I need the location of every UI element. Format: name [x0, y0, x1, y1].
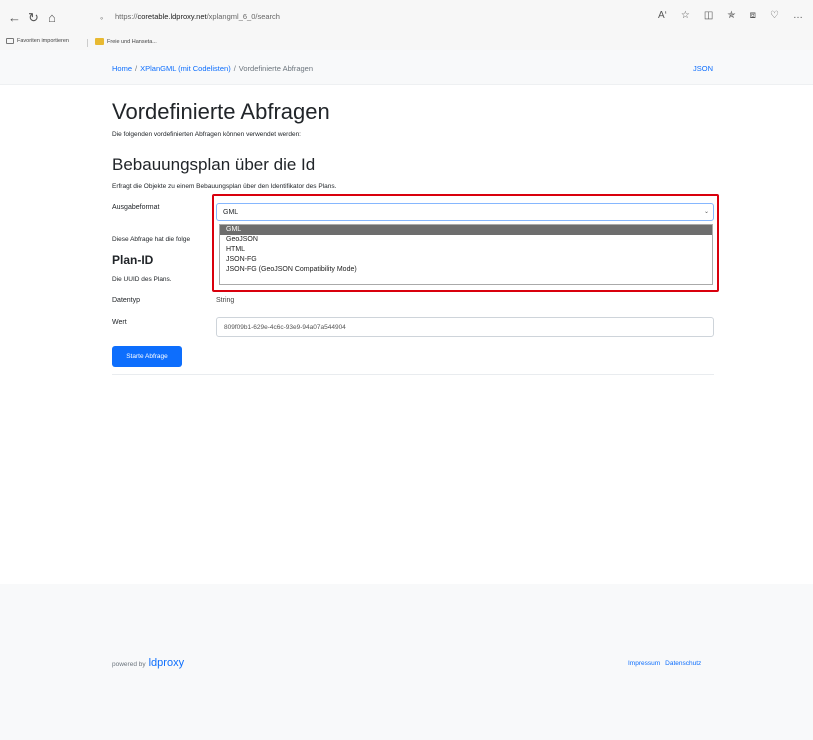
breadcrumb-collection[interactable]: XPlanGML (mit Codelisten) [140, 64, 231, 73]
format-option[interactable]: HTML [220, 245, 712, 255]
read-aloud-icon[interactable]: A‘ [658, 10, 667, 21]
more-icon[interactable]: … [793, 10, 803, 21]
datatype-value: String [216, 297, 235, 304]
lock-icon: ◦ [100, 13, 104, 23]
favorites-icon[interactable]: ✯ [727, 10, 735, 21]
page-lead: Die folgenden vordefinierten Abfragen kö… [112, 131, 301, 138]
import-icon [6, 38, 14, 44]
fav-separator [87, 39, 88, 47]
query-title: Bebauungsplan über die Id [112, 155, 316, 174]
datatype-label: Datentyp [112, 297, 141, 304]
query-description: Erfragt die Objekte zu einem Bebauungspl… [112, 183, 337, 190]
favorites-bar: Favoriten importieren Freie und Hanseta.… [0, 36, 813, 50]
format-option[interactable]: GML [220, 225, 712, 235]
format-label: Ausgabeformat [112, 204, 160, 211]
divider [112, 374, 714, 375]
back-icon[interactable]: ← [8, 11, 21, 25]
value-label: Wert [112, 319, 127, 326]
browser-toolbar: ← ↻ ⌂ ◦ https://coretable.ldproxy.net/xp… [0, 0, 813, 36]
format-select[interactable]: GML ⌄ [216, 203, 714, 221]
param-description: Die UUID des Plans. [112, 276, 172, 283]
collections-icon[interactable]: ⧈ [750, 10, 756, 21]
breadcrumb: Home / XPlanGML (mit Codelisten) / Vordefini… [112, 64, 314, 73]
datenschutz-link[interactable]: Datenschutz [665, 660, 701, 667]
param-title: Plan-ID [112, 253, 154, 267]
url-text[interactable]: https://coretable.ldproxy.net/xplangml_6… [115, 12, 280, 21]
plan-id-input[interactable]: 809f09b1-629e-4c6c-93e9-94a07a544904 [216, 317, 714, 337]
footer-links: Impressum Datenschutz [628, 660, 701, 667]
folder-icon [95, 38, 104, 45]
favorite-star-icon[interactable]: ☆ [681, 10, 690, 21]
fav-folder-item[interactable]: Freie und Hanseta... [95, 38, 157, 45]
powered-by: powered by ldproxy [112, 657, 185, 669]
reload-icon[interactable]: ↻ [28, 11, 39, 25]
page-title: Vordefinierte Abfragen [112, 99, 330, 124]
chevron-down-icon: ⌄ [703, 209, 709, 215]
home-icon[interactable]: ⌂ [48, 11, 56, 25]
start-query-button[interactable]: Starte Abfrage [112, 346, 182, 367]
breadcrumb-current: Vordefinierte Abfragen [238, 64, 314, 73]
extensions-icon[interactable]: ♡ [770, 10, 779, 21]
format-dropdown-list: GML GeoJSON HTML JSON-FG JSON-FG (GeoJSO… [219, 224, 713, 285]
brand-logo[interactable]: ldproxy [149, 657, 184, 669]
impressum-link[interactable]: Impressum [628, 660, 660, 667]
breadcrumb-home[interactable]: Home [112, 64, 132, 73]
fav-import[interactable]: Favoriten importieren [6, 38, 69, 44]
format-option[interactable]: JSON-FG [220, 255, 712, 265]
param-info: Diese Abfrage hat die folge [112, 236, 191, 243]
format-option[interactable]: GeoJSON [220, 235, 712, 245]
format-option[interactable]: JSON-FG (GeoJSON Compatibility Mode) [220, 265, 712, 275]
json-link[interactable]: JSON [693, 64, 713, 73]
split-screen-icon[interactable]: ◫ [704, 10, 713, 21]
